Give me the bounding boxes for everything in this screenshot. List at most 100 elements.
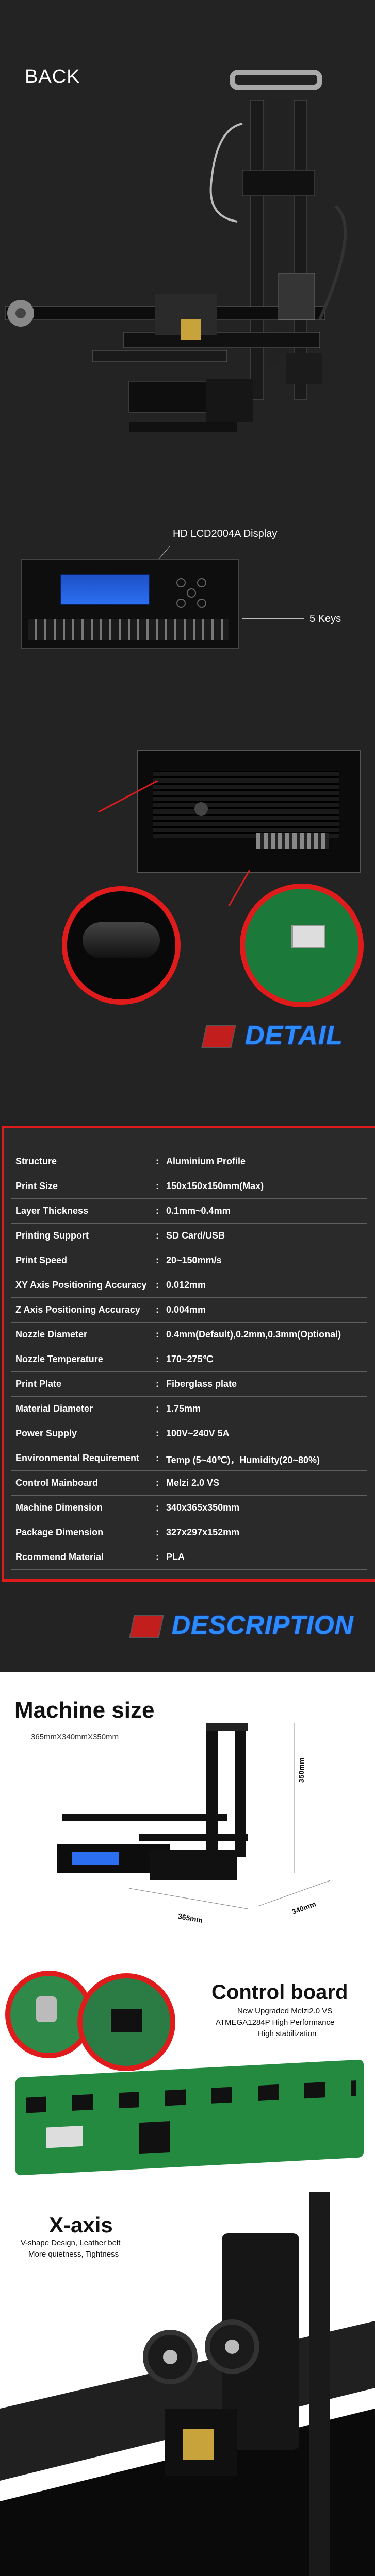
lcd-key-icon (187, 588, 196, 598)
board-drivers (26, 2080, 356, 2113)
printer-back-photo (5, 70, 347, 432)
spec-row: Package Dimension:327x297x152mm (11, 1520, 367, 1545)
spec-key: Layer Thickness (15, 1206, 89, 1216)
spec-row: Material Diameter:1.75mm (11, 1396, 367, 1421)
spec-separator: : (156, 1478, 159, 1488)
spec-row: Printing Support: SD Card/USB (11, 1223, 367, 1248)
lcd-key-icon (197, 578, 206, 587)
usb-port-icon (291, 925, 325, 948)
lcd-panel-photo (21, 559, 239, 649)
spec-value: 100V~240V 5A (166, 1428, 230, 1438)
product-page: BACK HD LCD2004A Display 5 Keys DETAIL S… (0, 0, 375, 2576)
spec-key: Nozzle Temperature (15, 1354, 103, 1364)
spec-key: Environmental Requirement (15, 1453, 140, 1463)
spec-row: XY Axis Positioning Accuracy:0.012mm (11, 1273, 367, 1298)
spec-value: 170~275℃ (166, 1354, 213, 1364)
spec-value: Temp (5~40℃)，Humidity(20~80%) (166, 1455, 320, 1465)
spec-value: 1.75mm (166, 1403, 201, 1414)
control-board-line3: High stabilization (258, 2029, 317, 2038)
lcd-connector-row (28, 619, 229, 640)
control-board-photo (15, 2059, 364, 2176)
usb-port-zoom (240, 884, 364, 1007)
spec-row: Control Mainboard: Melzi 2.0 VS (11, 1470, 367, 1496)
detail-banner: DETAIL (201, 1020, 369, 1051)
spec-separator: : (156, 1230, 159, 1241)
spec-separator: : (156, 1329, 159, 1340)
x-axis-photo (0, 2192, 375, 2576)
spec-value: 327x297x152mm (166, 1527, 240, 1537)
spec-separator: : (156, 1304, 159, 1315)
spec-key: Structure (15, 1156, 57, 1166)
spec-row: Layer Thickness:0.1mm~0.4mm (11, 1198, 367, 1224)
spec-separator: : (156, 1206, 159, 1216)
board-zoom-right (77, 1973, 175, 2071)
spec-key: Print Size (15, 1181, 58, 1191)
lcd-screen (60, 574, 150, 605)
spec-separator: : (156, 1156, 159, 1166)
spec-row: Z Axis Positioning Accuracy:0.004mm (11, 1297, 367, 1323)
spec-value: Fiberglass plate (166, 1379, 237, 1389)
spec-row: Structure: Aluminium Profile (11, 1149, 367, 1174)
lcd-display-label: HD LCD2004A Display (173, 528, 278, 539)
spec-separator: : (156, 1552, 159, 1562)
spec-key: Machine Dimension (15, 1502, 103, 1513)
spec-key: Print Speed (15, 1255, 68, 1265)
spec-value: SD Card/USB (166, 1230, 225, 1241)
lcd-key-icon (176, 599, 186, 608)
spec-separator: : (156, 1255, 159, 1265)
spec-key: Control Mainboard (15, 1478, 98, 1488)
power-jack-plug (83, 922, 160, 958)
spec-value: PLA (166, 1552, 185, 1562)
spec-key: XY Axis Positioning Accuracy (15, 1280, 147, 1290)
spec-key: Package Dimension (15, 1527, 104, 1537)
terminal-block (256, 833, 329, 849)
spec-separator: : (156, 1428, 159, 1438)
spec-key: Print Plate (15, 1379, 62, 1389)
power-supply-vents (153, 771, 339, 838)
power-switch-icon (194, 802, 208, 816)
spec-key: Power Supply (15, 1428, 77, 1438)
lcd-key-icon (197, 599, 206, 608)
mcu-chip-icon (139, 2121, 170, 2154)
spec-key: Material Diameter (15, 1403, 93, 1414)
spec-separator: : (156, 1181, 159, 1191)
keys-label: 5 Keys (309, 613, 341, 624)
spec-value: 0.4mm(Default),0.2mm,0.3mm(Optional) (166, 1329, 341, 1340)
spec-row: Rcommend Material: PLA (11, 1545, 367, 1570)
lcd-key-icon (176, 578, 186, 587)
power-supply-photo (137, 750, 361, 873)
control-board-line2: ATMEGA1284P High Performance (216, 2018, 335, 2027)
spec-row: Print Plate: Fiberglass plate (11, 1371, 367, 1397)
spec-value: 20~150mm/s (166, 1255, 222, 1265)
red-pointer-line (228, 870, 250, 907)
spec-value: Melzi 2.0 VS (166, 1478, 220, 1488)
control-board-line1: New Upgraded Melzi2.0 VS (237, 2007, 333, 2015)
capacitor-icon (36, 1996, 57, 2022)
spec-key: Printing Support (15, 1230, 89, 1241)
spec-value: 0.004mm (166, 1304, 206, 1315)
spec-value: 340x365x350mm (166, 1502, 240, 1513)
usb-connector-icon (46, 2125, 83, 2148)
keys-pointer (242, 618, 304, 619)
spec-row: Nozzle Temperature:170~275℃ (11, 1347, 367, 1372)
spec-value: 0.012mm (166, 1280, 206, 1290)
spec-table: Structure: Aluminium Profile Print Size:15… (2, 1126, 375, 1582)
spec-key: Rcommend Material (15, 1552, 104, 1562)
description-title: DESCRIPTION (172, 1611, 354, 1639)
spec-row: Nozzle Diameter:0.4mm(Default),0.2mm,0.3… (11, 1322, 367, 1347)
spec-row: Environmental Requirement: Temp (5~40℃)，H… (11, 1446, 367, 1471)
control-board-title: Control board (211, 1981, 348, 2004)
detail-title: DETAIL (245, 1021, 343, 1050)
spec-separator: : (156, 1403, 159, 1414)
spec-separator: : (156, 1354, 159, 1364)
dimension-height-label: 350mm (297, 1757, 305, 1783)
spec-separator: : (156, 1527, 159, 1537)
spec-value: Aluminium Profile (166, 1156, 246, 1166)
banner-logo-icon (129, 1615, 164, 1638)
spec-separator: : (156, 1502, 159, 1513)
spec-separator: : (156, 1280, 159, 1290)
banner-logo-icon (201, 1025, 236, 1048)
spec-separator: : (156, 1453, 159, 1463)
spec-separator: : (156, 1379, 159, 1389)
chip-icon (111, 2009, 142, 2032)
